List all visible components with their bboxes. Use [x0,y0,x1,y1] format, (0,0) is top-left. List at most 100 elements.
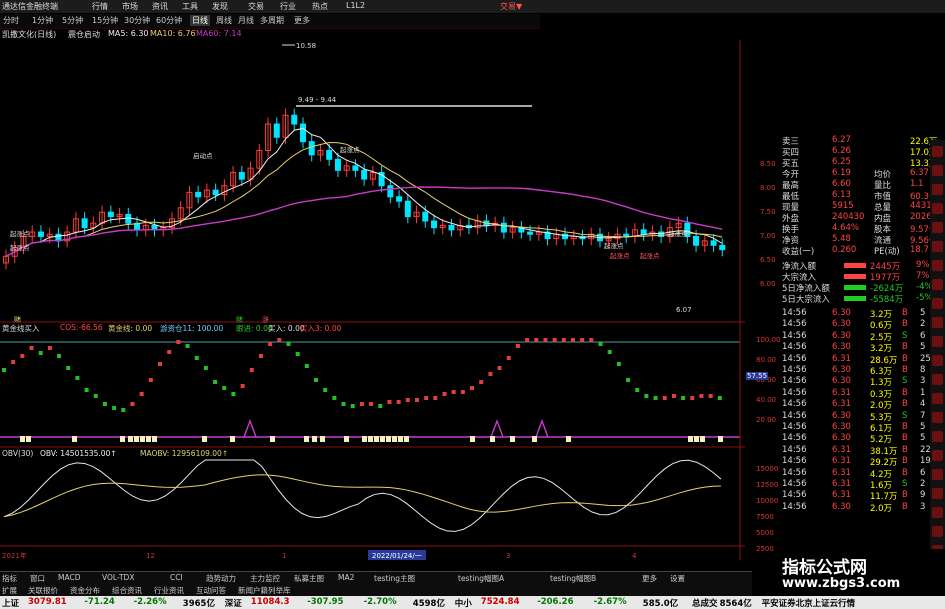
trade-button[interactable]: 交易▼ [500,1,522,12]
side-tool-icon[interactable] [932,203,943,214]
indicator-tab[interactable]: testing主图 [374,573,415,584]
tick-volume: 2.5万 [870,332,893,343]
status-item: 7524.84 [480,597,520,607]
tick-count: 6 [920,330,926,341]
indicator-tab[interactable]: 窗口 [30,573,45,584]
side-tool-icon[interactable] [932,526,943,537]
side-tool-icon[interactable] [932,336,943,347]
indicator-tab[interactable]: CCI [170,573,183,582]
menu-item[interactable]: 交易 [248,1,264,12]
buy-marker [694,436,699,442]
menu-item[interactable]: 工具 [182,1,198,12]
indicator-bar [176,340,181,344]
side-tool-icon[interactable] [932,450,943,461]
ind-name: 黄金线买入 [2,324,40,333]
indicator-bar [38,351,43,355]
tick-volume: 4.2万 [870,469,893,480]
indicator-tab[interactable]: 主力监控 [250,573,280,584]
period-button[interactable]: 分时 [3,15,19,26]
quote-row: 今开 6.19 均价 6.37 [782,168,937,180]
chart-area[interactable]: 9.49 - 9.4410.586.07起涨点起涨点启动点起涨点起涨点起涨点起涨… [0,40,745,570]
side-tool-icon[interactable] [932,260,943,271]
side-tool-icon[interactable] [932,165,943,176]
quote-row: 买五 6.25 13.3万 [782,157,937,169]
period-button[interactable]: 更多 [294,15,310,26]
tick-side: S [902,479,908,489]
indicator-tab[interactable]: VOL-TDX [102,573,134,582]
indicator-tab[interactable]: testing幅图A [458,573,504,584]
price-y-tick: 6.50 [760,256,776,264]
side-tool-icon[interactable] [932,431,943,442]
indicator-bar [249,368,254,372]
tick-price: 6.31 [832,444,851,455]
indicator-tab[interactable]: 指标 [2,573,17,584]
menu-item[interactable]: L1L2 [346,1,365,10]
info-tab[interactable]: 关联报价 [28,585,58,596]
side-tool-icon[interactable] [932,374,943,385]
period-button[interactable]: 15分钟 [92,15,118,26]
info-tab[interactable]: 扩展 [2,585,17,596]
indicator-tab[interactable]: 趋势动力 [206,573,236,584]
menu-item[interactable]: 资讯 [152,1,168,12]
info-tab[interactable]: 资金分布 [70,585,100,596]
tick-price: 6.30 [832,308,851,318]
candle-body [107,211,114,218]
tick-count: 8 [920,365,926,375]
side-tool-icon[interactable] [932,355,943,366]
period-button[interactable]: 5分钟 [62,15,83,26]
quote-value: 4.64% [832,223,860,233]
menu-item[interactable]: 热点 [312,1,328,12]
info-tab[interactable]: 互动问答 [196,585,226,596]
buy-marker [374,436,379,442]
tick-row: 14:56 6.31 0.3万 B 1 [782,388,937,400]
indicator-tab[interactable]: 设置 [670,573,685,584]
indicator-y-tick: 80.00 [756,356,777,364]
period-button[interactable]: 多周期 [260,15,284,26]
period-button[interactable]: 月线 [238,15,254,26]
buy-marker [470,436,475,442]
side-tool-icon[interactable] [932,241,943,252]
obv-line [3,459,722,532]
tick-time: 14:56 [782,410,807,421]
side-tool-icon[interactable] [932,146,943,157]
side-tool-icon[interactable] [932,298,943,309]
period-button[interactable]: 30分钟 [124,15,150,26]
period-button-active[interactable]: 日线 [190,15,210,26]
period-button[interactable]: 1分钟 [32,15,53,26]
buy-marker [700,436,705,442]
info-tab[interactable]: 综合资讯 [112,585,142,596]
side-tool-icon[interactable] [932,184,943,195]
indicator-tab[interactable]: testing幅图B [550,573,596,584]
side-tool-icon[interactable] [932,222,943,233]
indicator-bar [424,396,429,400]
side-tool-icon[interactable] [932,317,943,328]
info-tab[interactable]: 新闻户籍列举库 [238,585,291,596]
indicator-tab[interactable]: 更多 [642,573,657,584]
period-button[interactable]: 60分钟 [156,15,182,26]
indicator-bar [497,366,502,370]
indicator-tab[interactable]: 私募主图 [294,573,324,584]
indicator-cursor-value: 57.55 [746,372,769,380]
indicator-tab[interactable]: MA2 [338,573,354,582]
menu-item[interactable]: 市场 [122,1,138,12]
side-tool-icon[interactable] [932,393,943,404]
status-item: -71.24 [84,597,115,607]
menu-item[interactable]: 行情 [92,1,108,12]
indicator-bar [580,338,585,342]
period-toolbar: 分时 1分钟 5分钟 15分钟 30分钟 60分钟 日线 周线 月线 多周期 更… [0,14,540,29]
buy-marker [202,436,207,442]
signal-triangle [535,419,549,438]
side-tool-icon[interactable] [932,412,943,423]
side-tool-icon[interactable] [932,507,943,518]
indicator-bar [286,342,291,346]
side-tool-icon[interactable] [932,279,943,290]
menu-item[interactable]: 发现 [212,1,228,12]
info-tab[interactable]: 行业资讯 [154,585,184,596]
indicator-tab[interactable]: MACD [58,573,80,582]
period-button[interactable]: 周线 [216,15,232,26]
menu-item[interactable]: 行业 [280,1,296,12]
side-tool-icon[interactable] [932,488,943,499]
indicator-bar [304,364,309,368]
tick-row: 14:56 6.30 2.0万 B 3 [782,502,937,514]
side-tool-icon[interactable] [932,469,943,480]
